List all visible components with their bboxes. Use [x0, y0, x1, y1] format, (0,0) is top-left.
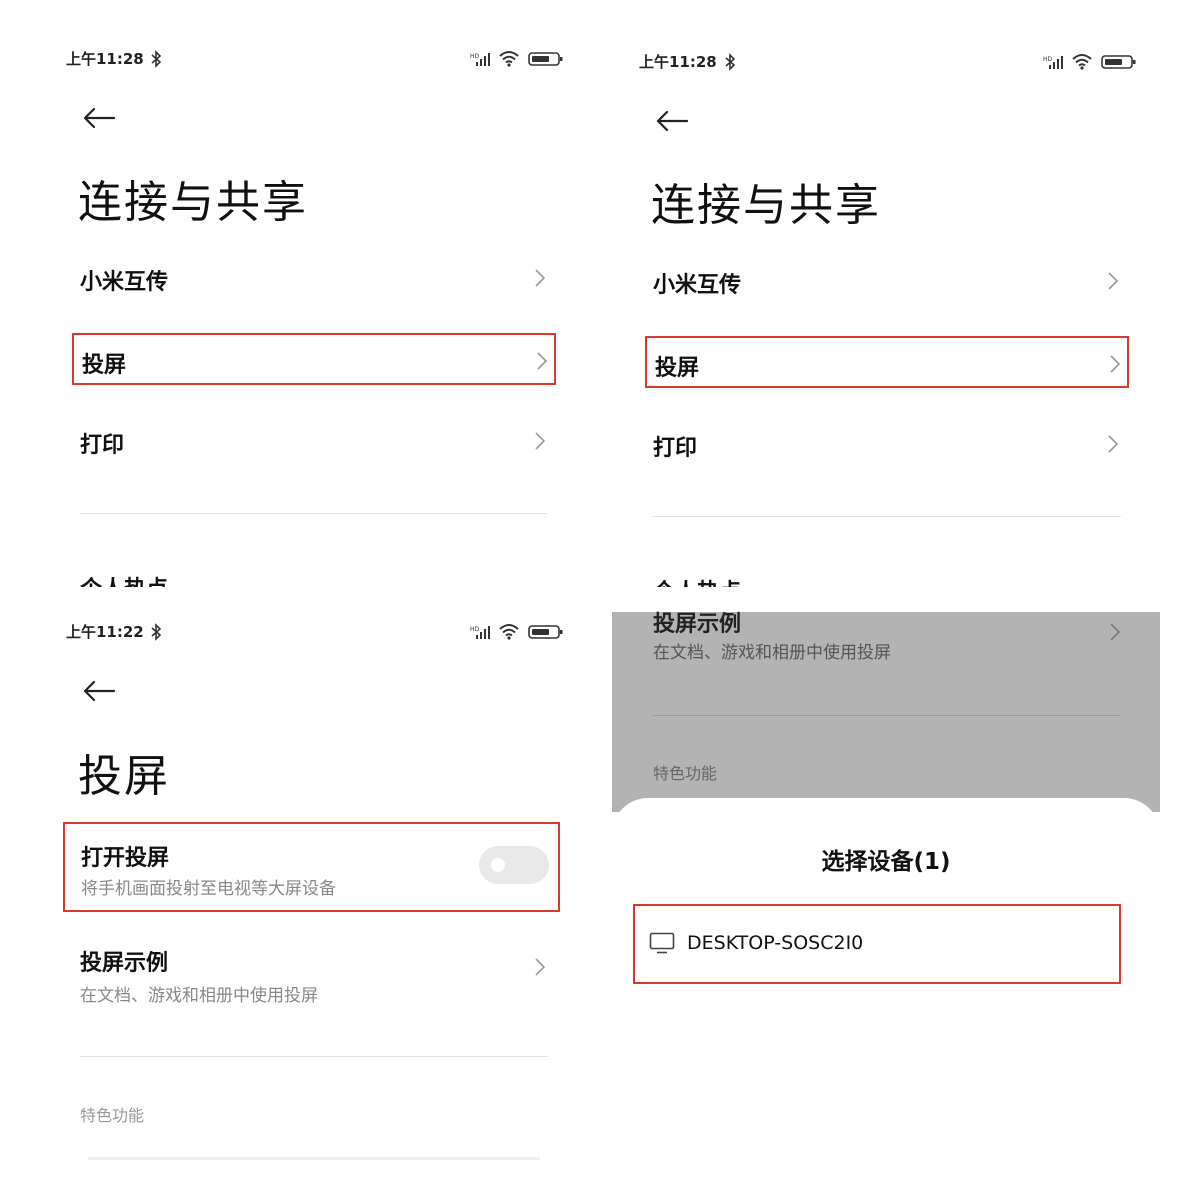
status-time: 上午11:28: [66, 50, 144, 68]
page-title: 连接与共享: [78, 177, 308, 228]
svg-text:HD: HD: [1043, 56, 1053, 63]
cast-example-description: 在文档、游戏和相册中使用投屏: [653, 643, 891, 663]
svg-text:HD: HD: [470, 53, 480, 60]
status-time: 上午11:28: [639, 53, 717, 71]
menu-item-print[interactable]: 打印: [645, 418, 1129, 470]
status-bar: 上午11:28 HD: [600, 51, 1200, 75]
chevron-right-icon: [535, 958, 546, 976]
connect-share-screen-2: 上午11:28 HD 连接与共享 小米互传 投屏 打印 个人热点: [600, 0, 1200, 587]
menu-item-label: 投屏: [82, 353, 127, 378]
divider: [653, 516, 1121, 517]
page-title: 连接与共享: [651, 180, 881, 231]
menu-item-label: 投屏: [655, 356, 700, 381]
divider: [80, 513, 548, 514]
connect-share-screen-1: 上午11:28 HD 连接与共享 小米互传 投屏 打印 个人热点: [0, 0, 600, 587]
menu-item-cast[interactable]: 投屏: [645, 336, 1129, 388]
bluetooth-icon: [151, 50, 162, 68]
device-item[interactable]: DESKTOP-SOSC2I0: [633, 904, 1121, 984]
status-bar: 上午11:22 HD: [0, 621, 600, 645]
cast-example-label: 投屏示例: [80, 951, 169, 976]
toggle-knob: [491, 858, 505, 872]
menu-item-hotspot-partial[interactable]: 个人热点: [653, 576, 741, 587]
device-select-screen: 投屏示例 在文档、游戏和相册中使用投屏 特色功能 选择设备(1) DESKTOP…: [600, 600, 1200, 1200]
cast-example-label: 投屏示例: [653, 612, 742, 637]
battery-icon: [528, 52, 563, 66]
chevron-right-icon: [537, 352, 548, 370]
cast-toggle-switch[interactable]: [479, 846, 549, 884]
hd-signal-icon: HD: [470, 626, 490, 639]
status-bar: 上午11:28 HD: [0, 48, 600, 72]
device-select-sheet: 选择设备(1) DESKTOP-SOSC2I0: [612, 798, 1160, 1200]
divider: [88, 1157, 540, 1160]
battery-icon: [1101, 55, 1136, 69]
cast-toggle-description: 将手机画面投射至电视等大屏设备: [81, 879, 336, 899]
chevron-right-icon: [535, 269, 546, 287]
cast-toggle-label: 打开投屏: [81, 846, 170, 871]
wifi-icon: [499, 51, 519, 67]
menu-item-cast[interactable]: 投屏: [72, 333, 556, 385]
menu-item-label: 个人热点: [80, 577, 168, 587]
bluetooth-icon: [151, 623, 162, 641]
chevron-right-icon: [1110, 355, 1121, 373]
page-title: 投屏: [78, 751, 170, 802]
chevron-right-icon: [1110, 623, 1121, 641]
monitor-icon: [649, 932, 675, 954]
cast-example-item[interactable]: 投屏示例 在文档、游戏和相册中使用投屏: [80, 945, 560, 1015]
hd-signal-icon: HD: [470, 53, 490, 66]
chevron-right-icon: [1108, 272, 1119, 290]
back-arrow-icon[interactable]: [655, 110, 689, 132]
back-arrow-icon[interactable]: [82, 107, 116, 129]
chevron-right-icon: [1108, 435, 1119, 453]
hd-signal-icon: HD: [1043, 56, 1063, 69]
menu-item-label: 小米互传: [653, 273, 742, 298]
section-header: 特色功能: [653, 764, 718, 783]
menu-item-label: 个人热点: [653, 580, 741, 587]
bluetooth-icon: [725, 53, 736, 71]
back-arrow-icon[interactable]: [82, 680, 116, 702]
battery-icon: [528, 625, 563, 639]
menu-item-label: 打印: [653, 436, 698, 461]
status-time: 上午11:22: [66, 623, 144, 641]
cast-toggle-row[interactable]: 打开投屏 将手机画面投射至电视等大屏设备: [63, 822, 560, 912]
svg-text:HD: HD: [470, 626, 480, 633]
menu-item-print[interactable]: 打印: [72, 415, 556, 467]
cast-example-description: 在文档、游戏和相册中使用投屏: [80, 986, 318, 1006]
cast-settings-screen: 上午11:22 HD 投屏 打开投屏 将手机画面投射至电视等大屏设备 投屏示例 …: [0, 600, 600, 1200]
chevron-right-icon: [535, 432, 546, 450]
section-header: 特色功能: [80, 1106, 145, 1125]
menu-item-hotspot-partial[interactable]: 个人热点: [80, 573, 168, 587]
divider: [80, 1056, 548, 1057]
dimmed-background: 投屏示例 在文档、游戏和相册中使用投屏 特色功能: [612, 612, 1160, 812]
menu-item-mi-share[interactable]: 小米互传: [72, 252, 556, 304]
menu-item-label: 打印: [80, 433, 125, 458]
wifi-icon: [1072, 54, 1092, 70]
sheet-title: 选择设备(1): [821, 849, 951, 875]
device-name: DESKTOP-SOSC2I0: [687, 932, 864, 954]
wifi-icon: [499, 624, 519, 640]
divider: [653, 715, 1121, 716]
menu-item-mi-share[interactable]: 小米互传: [645, 255, 1129, 307]
menu-item-label: 小米互传: [80, 270, 169, 295]
